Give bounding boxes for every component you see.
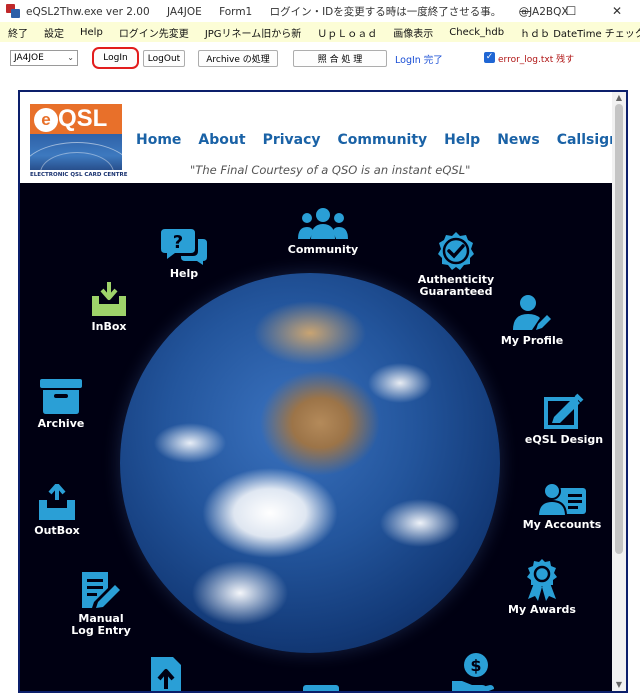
- logo-globe: [30, 134, 122, 170]
- manual-log-link[interactable]: Manual Log Entry: [66, 570, 136, 637]
- archive-link[interactable]: Archive: [36, 379, 86, 430]
- callsign-select[interactable]: JA4JOE ⌄: [10, 50, 78, 66]
- window-title: eQSL2Thw.exe ver 2.00 JA4JOE Form1 ログイン・…: [26, 4, 583, 19]
- browser-view: e QSL ELECTRONIC QSL CARD CENTRE Home Ab…: [18, 90, 628, 693]
- nav-news[interactable]: News: [497, 132, 539, 148]
- menu-settings[interactable]: 設定: [44, 25, 64, 40]
- maximize-button[interactable]: ☐: [548, 0, 594, 22]
- design-edit-icon: [544, 393, 584, 429]
- my-profile-link[interactable]: My Profile: [500, 294, 564, 347]
- manual-log-label: Manual Log Entry: [71, 612, 131, 637]
- window-titlebar: eQSL2Thw.exe ver 2.00 JA4JOE Form1 ログイン・…: [0, 0, 640, 22]
- my-awards-label: My Awards: [508, 603, 576, 616]
- community-link[interactable]: Community: [283, 207, 363, 256]
- menu-upload[interactable]: ＵｐＬｏａｄ: [317, 25, 377, 40]
- archive-label: Archive: [37, 417, 85, 430]
- scroll-up-icon[interactable]: ▲: [612, 92, 626, 104]
- menu-quit[interactable]: 終了: [8, 25, 28, 40]
- upload-link[interactable]: [148, 655, 184, 691]
- title-form: Form1: [219, 5, 253, 18]
- close-button[interactable]: ✕: [594, 0, 640, 22]
- title-note: ログイン・IDを変更する時は一度終了させる事。: [269, 5, 502, 18]
- earth-image: [120, 273, 500, 653]
- menu-check-hdb[interactable]: Check_hdb: [449, 27, 504, 38]
- nav-home[interactable]: Home: [136, 132, 181, 148]
- my-profile-label: My Profile: [500, 334, 564, 347]
- upload-file-icon: [151, 657, 181, 691]
- eqsl-design-label: eQSL Design: [524, 433, 604, 446]
- title-callsign: JA4JOE: [166, 5, 202, 18]
- logout-button[interactable]: LogOut: [143, 50, 185, 67]
- error-log-label: error_log.txt 残す: [498, 55, 575, 65]
- menu-help[interactable]: Help: [80, 27, 103, 38]
- minimize-button[interactable]: —: [502, 0, 548, 22]
- my-awards-link[interactable]: My Awards: [506, 559, 578, 616]
- reconcile-button[interactable]: 照 合 処 理: [293, 50, 387, 67]
- toolbar: JA4JOE ⌄ LogIn LogOut Archive の処理 照 合 処 …: [0, 42, 640, 78]
- partial-icon: [303, 685, 339, 691]
- nav-community[interactable]: Community: [338, 132, 428, 148]
- site-header: e QSL ELECTRONIC QSL CARD CENTRE Home Ab…: [20, 92, 626, 183]
- my-accounts-label: My Accounts: [522, 518, 602, 531]
- donate-hand-icon: $: [452, 653, 494, 691]
- help-link[interactable]: ? Help: [155, 227, 213, 280]
- app-icon: [6, 4, 20, 18]
- menu-hdb-datetime[interactable]: ｈｄｂ DateTime チェック: [520, 25, 640, 40]
- hero-space: Community ? Help Authenticity Guaranteed: [20, 183, 612, 691]
- menu-image-view[interactable]: 画像表示: [393, 25, 433, 40]
- logo-caption: ELECTRONIC QSL CARD CENTRE: [30, 172, 128, 178]
- menu-bar: 終了 設定 Help ログイン先変更 JPGリネーム旧から新 ＵｐＬｏａｄ 画像…: [0, 22, 640, 42]
- authenticity-link[interactable]: Authenticity Guaranteed: [414, 231, 498, 298]
- login-button[interactable]: LogIn: [92, 47, 139, 69]
- nav-help[interactable]: Help: [444, 132, 480, 148]
- inbox-icon: [92, 282, 126, 316]
- badge-check-icon: [438, 232, 474, 270]
- community-label: Community: [287, 243, 359, 256]
- help-label: Help: [169, 267, 199, 280]
- my-accounts-link[interactable]: My Accounts: [522, 482, 602, 531]
- eqsl-design-link[interactable]: eQSL Design: [522, 393, 606, 446]
- log-edit-icon: [82, 572, 120, 608]
- donate-link[interactable]: $: [450, 651, 496, 691]
- outbox-label: OutBox: [34, 524, 80, 537]
- help-icon: ?: [161, 229, 207, 265]
- logo-e: e: [34, 108, 58, 132]
- title-exe: eQSL2Thw.exe ver 2.00: [26, 5, 150, 18]
- outbox-icon: [39, 484, 75, 520]
- site-nav: Home About Privacy Community Help News C…: [136, 132, 626, 148]
- nav-privacy[interactable]: Privacy: [263, 132, 321, 148]
- user-edit-icon: [513, 295, 551, 330]
- community-icon: [298, 208, 348, 239]
- scroll-thumb[interactable]: [615, 104, 623, 554]
- menu-change-login[interactable]: ログイン先変更: [119, 25, 189, 40]
- user-card-icon: [538, 482, 586, 516]
- vertical-scrollbar[interactable]: ▲ ▼: [612, 92, 626, 691]
- scroll-down-icon[interactable]: ▼: [612, 679, 626, 691]
- archive-icon: [40, 379, 82, 414]
- callsign-value: JA4JOE: [14, 53, 44, 63]
- error-log-checkbox[interactable]: ✓: [484, 52, 495, 63]
- eqsl-logo[interactable]: e QSL ELECTRONIC QSL CARD CENTRE: [30, 104, 128, 180]
- nav-about[interactable]: About: [198, 132, 245, 148]
- login-status: LogIn 完了: [395, 55, 443, 66]
- archive-button[interactable]: Archive の処理: [198, 50, 278, 67]
- svg-text:$: $: [470, 656, 481, 675]
- logo-qsl: QSL: [58, 105, 108, 132]
- outbox-link[interactable]: OutBox: [32, 484, 82, 537]
- inbox-link[interactable]: InBox: [84, 282, 134, 333]
- authenticity-label: Authenticity Guaranteed: [417, 273, 495, 298]
- inbox-label: InBox: [91, 320, 127, 333]
- site-tagline: "The Final Courtesy of a QSO is an insta…: [190, 163, 471, 177]
- award-ribbon-icon: [527, 559, 557, 601]
- svg-text:?: ?: [173, 232, 183, 253]
- menu-jpg-rename[interactable]: JPGリネーム旧から新: [205, 25, 301, 40]
- chevron-down-icon: ⌄: [67, 53, 74, 62]
